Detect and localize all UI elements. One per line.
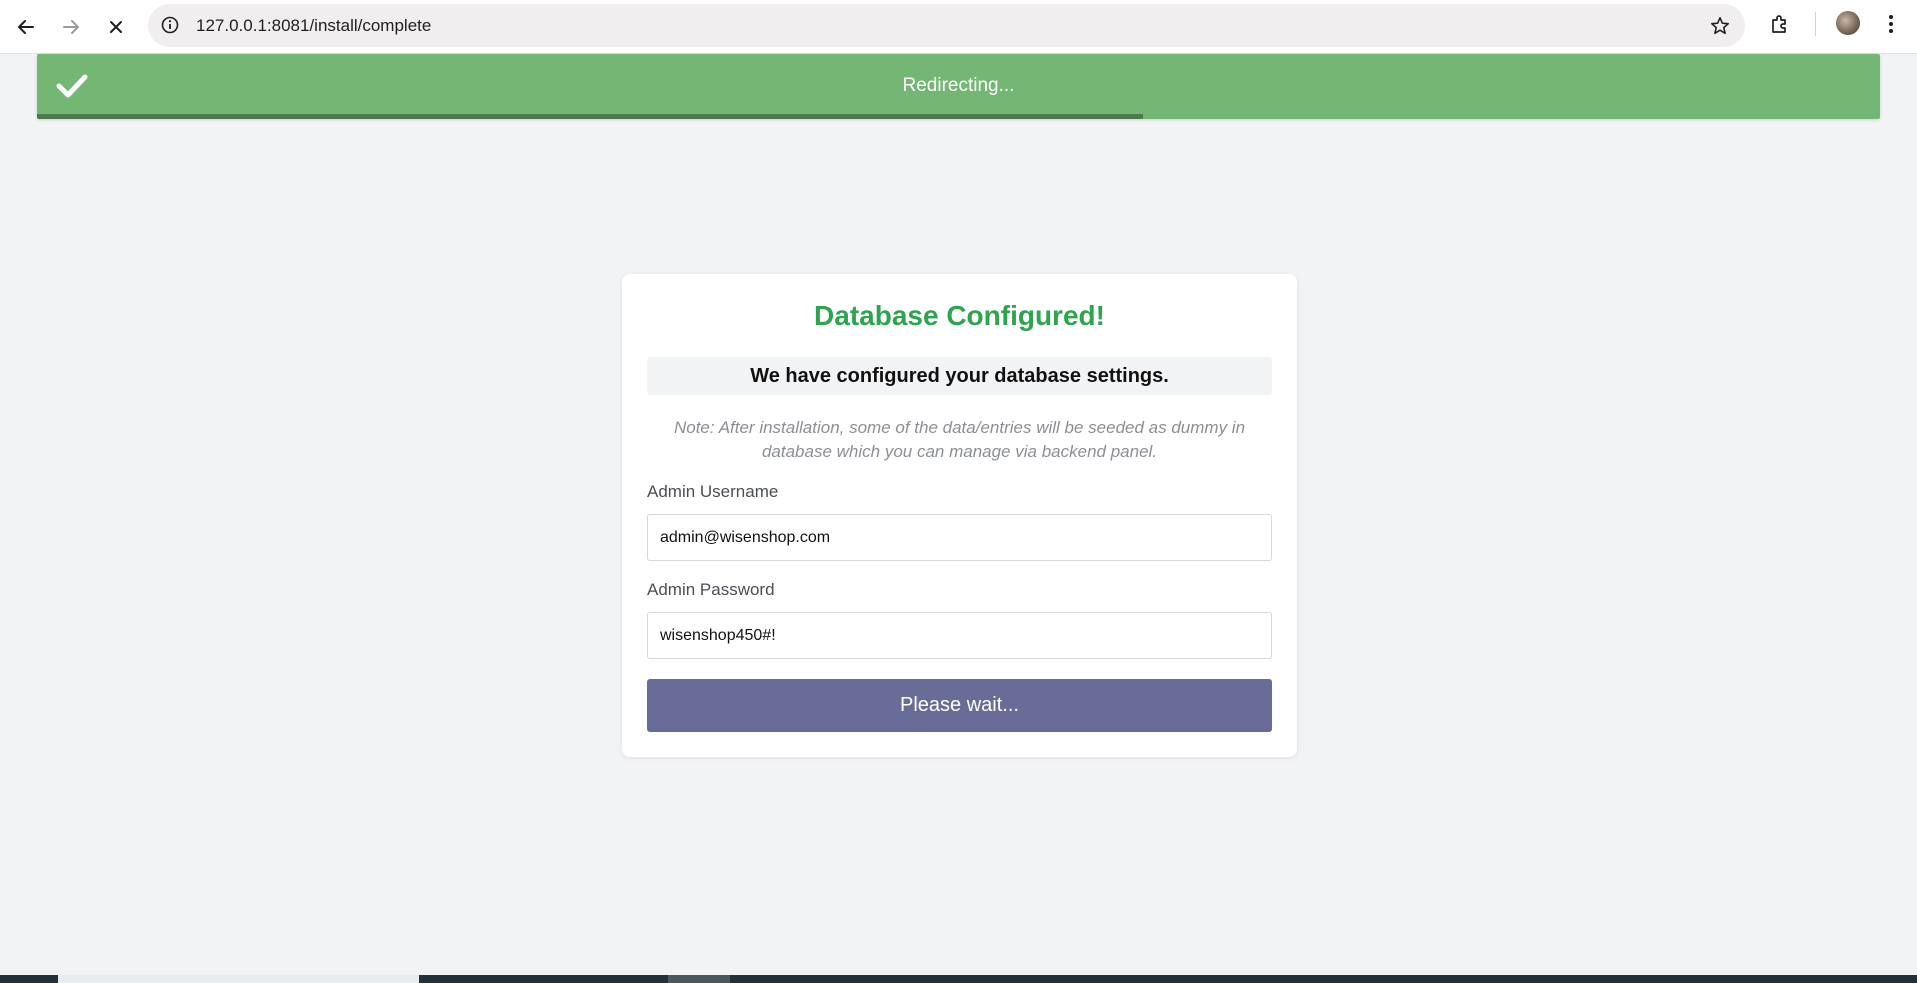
- taskbar-segment: [58, 975, 419, 983]
- toast-message: Redirecting...: [902, 75, 1015, 96]
- taskbar-strip: [0, 975, 1917, 983]
- info-icon[interactable]: [160, 15, 180, 35]
- toast-progress-track: [37, 114, 1880, 119]
- profile-avatar[interactable]: [1836, 11, 1860, 35]
- extensions-button[interactable]: [1767, 11, 1793, 37]
- stop-loading-button[interactable]: [98, 9, 134, 45]
- arrow-right-icon: [63, 20, 79, 34]
- arrow-left-icon: [18, 20, 34, 34]
- card-subtitle: We have configured your database setting…: [647, 357, 1272, 395]
- forward-button[interactable]: [53, 9, 89, 45]
- submit-button[interactable]: Please wait...: [647, 679, 1272, 732]
- toolbar-divider: [1815, 12, 1816, 36]
- toast-progress-bar: [37, 114, 1143, 119]
- install-complete-card: Database Configured! We have configured …: [622, 274, 1297, 757]
- admin-username-label: Admin Username: [647, 482, 779, 501]
- taskbar-segment: [668, 975, 730, 983]
- admin-password-label: Admin Password: [647, 580, 775, 599]
- browser-menu-button[interactable]: [1878, 11, 1904, 37]
- redirect-toast: Redirecting...: [37, 54, 1880, 119]
- star-icon[interactable]: [1709, 15, 1731, 37]
- page-title: Database Configured!: [814, 300, 1105, 331]
- address-bar[interactable]: 127.0.0.1:8081/install/complete: [148, 4, 1745, 47]
- close-icon: [110, 21, 122, 33]
- kebab-menu-icon: [1889, 15, 1893, 33]
- admin-password-input[interactable]: [647, 612, 1272, 659]
- back-button[interactable]: [8, 9, 44, 45]
- browser-toolbar: 127.0.0.1:8081/install/complete: [0, 0, 1917, 54]
- installation-note: Note: After installation, some of the da…: [673, 418, 1246, 461]
- url-text[interactable]: 127.0.0.1:8081/install/complete: [196, 16, 431, 36]
- puzzle-icon: [1772, 15, 1786, 33]
- admin-username-input[interactable]: [647, 514, 1272, 561]
